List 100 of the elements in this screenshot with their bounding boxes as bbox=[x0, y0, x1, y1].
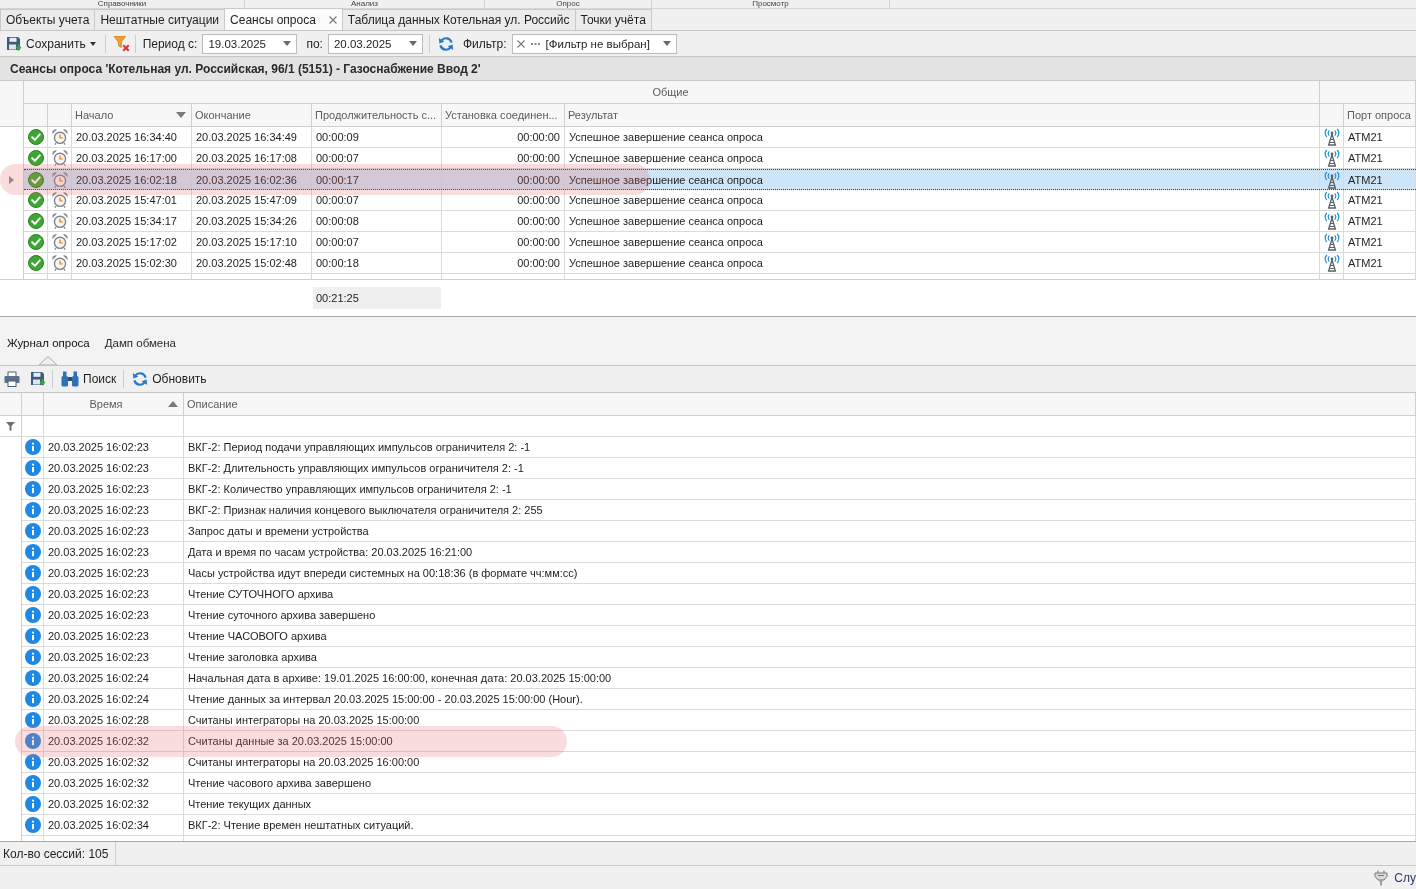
column-header[interactable]: Начало bbox=[72, 104, 192, 127]
check-circle-icon bbox=[27, 192, 44, 208]
table-row[interactable]: 20.03.2025 16:02:23 Чтение заголовка архива bbox=[22, 647, 1416, 668]
column-header[interactable]: Время bbox=[44, 393, 184, 416]
table-row[interactable]: 20.03.2025 16:34:40 20.03.2025 16:34:49 00:00:09 00:00:00 Успешное завершение сеанса опроса ATM21 bbox=[24, 127, 1416, 148]
dropdown-arrow-icon[interactable] bbox=[408, 41, 417, 46]
info-icon bbox=[24, 712, 41, 728]
ellipsis-icon[interactable] bbox=[530, 42, 540, 45]
close-icon[interactable] bbox=[328, 15, 337, 24]
table-row[interactable]: 20.03.2025 16:02:23 ВКГ-2: Количество управляющих импульсов ограничителя 2: -1 bbox=[22, 479, 1416, 500]
clear-icon[interactable] bbox=[516, 39, 525, 48]
document-tab[interactable]: Нештатные ситуации bbox=[94, 9, 226, 30]
table-row[interactable]: 20.03.2025 16:02:32 Чтение текущих данных bbox=[22, 794, 1416, 815]
alarm-clock-icon bbox=[51, 255, 68, 271]
table-row[interactable]: 20.03.2025 16:02:23 ВКГ-2: Признак наличия концевого выключателя ограничителя 2: 255 bbox=[22, 500, 1416, 521]
column-header[interactable]: Продолжительность с... bbox=[312, 104, 442, 127]
save-button[interactable]: Сохранить bbox=[5, 32, 97, 55]
table-row[interactable]: 20.03.2025 16:02:32 Считаны интеграторы на 20.03.2025 16:00:00 bbox=[22, 752, 1416, 773]
filter-field[interactable] bbox=[22, 416, 44, 437]
column-header bbox=[1320, 104, 1344, 127]
table-row[interactable]: 20.03.2025 15:02:30 20.03.2025 15:02:48 00:00:18 00:00:00 Успешное завершение сеанса опроса ATM21 bbox=[24, 253, 1416, 274]
filter-icon[interactable] bbox=[6, 421, 15, 431]
panel-tab[interactable]: Журнал опроса bbox=[0, 329, 98, 365]
column-header bbox=[48, 104, 72, 127]
refresh-icon[interactable] bbox=[437, 35, 454, 52]
check-circle-icon bbox=[27, 171, 44, 188]
info-icon bbox=[24, 523, 41, 539]
table-cell: 00:00:00 bbox=[442, 253, 565, 274]
check-circle-icon bbox=[27, 213, 44, 229]
table-row[interactable]: 20.03.2025 16:02:23 ВКГ-2: Период подачи управляющих импульсов ограничителя 2: -1 bbox=[22, 437, 1416, 458]
table-row[interactable]: 20.03.2025 15:17:02 20.03.2025 15:17:10 00:00:07 00:00:00 Успешное завершение сеанса опроса ATM21 bbox=[24, 232, 1416, 253]
table-row[interactable]: 20.03.2025 16:02:24 Чтение данных за интервал 20.03.2025 15:00:00 - 20.03.2025 15:00:00 (Hour). bbox=[22, 689, 1416, 710]
table-row[interactable]: 20.03.2025 16:02:23 Чтение ЧАСОВОГО архива bbox=[22, 626, 1416, 647]
summary-cell: 00:21:25 bbox=[313, 287, 441, 309]
table-row[interactable]: 20.03.2025 15:34:17 20.03.2025 15:34:26 00:00:08 00:00:00 Успешное завершение сеанса опроса ATM21 bbox=[24, 211, 1416, 232]
table-row[interactable]: 20.03.2025 16:02:23 Часы устройства идут впереди системных на 00:18:36 (в формате чч:мм:сс) bbox=[22, 563, 1416, 584]
document-tab[interactable]: Сеансы опроса bbox=[224, 8, 343, 30]
grid-title: Сеансы опроса 'Котельная ул. Российская, 96/1 (5151) - Газоснабжение Ввод 2' bbox=[0, 57, 1416, 81]
table-cell: Успешное завершение сеанса опроса bbox=[565, 253, 1320, 274]
table-row[interactable]: 20.03.2025 15:47:01 20.03.2025 15:47:09 00:00:07 00:00:00 Успешное завершение сеанса опроса ATM21 bbox=[24, 190, 1416, 211]
row-indicator-icon bbox=[9, 175, 14, 184]
document-tab[interactable]: Объекты учета bbox=[0, 9, 96, 30]
document-tab[interactable]: Таблица данных Котельная ул. Российс bbox=[341, 9, 576, 30]
status-text: Слу bbox=[1394, 870, 1416, 885]
column-header[interactable]: Установка соединен... bbox=[442, 104, 565, 127]
table-cell: Успешное завершение сеанса опроса bbox=[565, 170, 1320, 189]
refresh-button[interactable]: Обновить bbox=[131, 368, 208, 390]
table-cell: 20.03.2025 16:02:18 bbox=[72, 170, 192, 189]
dropdown-arrow-icon[interactable] bbox=[662, 41, 671, 46]
plug-icon[interactable] bbox=[1374, 869, 1389, 886]
alarm-clock-icon bbox=[51, 171, 68, 188]
alarm-clock-icon bbox=[51, 234, 68, 250]
info-icon bbox=[24, 481, 41, 497]
info-icon bbox=[24, 649, 41, 665]
date-field[interactable]: 19.03.2025 bbox=[202, 33, 298, 54]
table-cell: ATM21 bbox=[1344, 253, 1416, 274]
column-header[interactable]: Окончание bbox=[192, 104, 312, 127]
table-cell: 20.03.2025 15:02:48 bbox=[192, 253, 312, 274]
table-row[interactable]: 20.03.2025 16:02:24 Начальная дата в архиве: 19.01.2025 16:00:00, конечная дата: 20.03.2025 15:00:00 bbox=[22, 668, 1416, 689]
table-row[interactable]: 20.03.2025 16:02:23 Чтение суточного архива завершено bbox=[22, 605, 1416, 626]
caret-icon bbox=[89, 41, 96, 46]
table-cell: ВКГ-2: Чтение времен нештатных ситуаций. bbox=[184, 815, 1416, 836]
ribbon-group-label: Опрос bbox=[485, 0, 652, 8]
table-row[interactable]: 20.03.2025 16:02:18 20.03.2025 16:02:36 00:00:17 00:00:00 Успешное завершение сеанса опроса ATM21 bbox=[24, 169, 1416, 190]
search-button[interactable]: Поиск bbox=[60, 368, 118, 390]
info-icon bbox=[24, 670, 41, 686]
filter-field[interactable] bbox=[44, 416, 184, 437]
alarm-clock-icon bbox=[51, 213, 68, 229]
filter-clear-icon[interactable] bbox=[112, 35, 130, 52]
table-row[interactable]: 20.03.2025 16:02:34 ВКГ-2: Чтение времен нештатных ситуаций. bbox=[22, 815, 1416, 836]
antenna-tower-icon bbox=[1322, 233, 1341, 251]
info-icon bbox=[24, 796, 41, 812]
table-row[interactable]: 20.03.2025 16:02:23 ВКГ-2: Длительность управляющих импульсов ограничителя 2: -1 bbox=[22, 458, 1416, 479]
column-header[interactable]: Порт опроса bbox=[1344, 104, 1416, 127]
filter-combo[interactable]: [Фильтр не выбран] bbox=[511, 33, 677, 54]
table-row[interactable]: 20.03.2025 16:02:32 Считаны данные за 20.03.2025 15:00:00 bbox=[22, 731, 1416, 752]
table-cell: 20.03.2025 15:02:30 bbox=[72, 253, 192, 274]
info-icon bbox=[24, 460, 41, 476]
column-header[interactable]: Результат bbox=[565, 104, 1320, 127]
info-icon bbox=[24, 754, 41, 770]
document-tab[interactable]: Точки учёта bbox=[574, 9, 652, 30]
status-text: Кол-во сессий: 105 bbox=[0, 842, 117, 865]
check-circle-icon bbox=[27, 255, 44, 271]
print-icon[interactable] bbox=[4, 371, 20, 387]
info-icon bbox=[24, 775, 41, 791]
filter-field[interactable] bbox=[184, 416, 1416, 437]
column-header[interactable]: Описание bbox=[184, 393, 1416, 416]
panel-tab[interactable]: Дамп обмена bbox=[97, 329, 184, 365]
date-field[interactable]: 20.03.2025 bbox=[327, 33, 423, 54]
table-row[interactable]: 20.03.2025 16:02:23 Запрос даты и времени устройства bbox=[22, 521, 1416, 542]
table-row[interactable]: 20.03.2025 16:17:00 20.03.2025 16:17:08 00:00:07 00:00:00 Успешное завершение сеанса опроса ATM21 bbox=[24, 148, 1416, 169]
table-row[interactable]: 20.03.2025 16:02:28 Считаны интеграторы на 20.03.2025 15:00:00 bbox=[22, 710, 1416, 731]
check-circle-icon bbox=[27, 150, 44, 166]
dropdown-arrow-icon[interactable] bbox=[283, 41, 292, 46]
info-icon bbox=[24, 817, 41, 833]
table-row[interactable]: 20.03.2025 16:02:23 Дата и время по часам устройства: 20.03.2025 16:21:00 bbox=[22, 542, 1416, 563]
field-label: по: bbox=[306, 36, 323, 51]
binoculars-icon bbox=[61, 371, 79, 387]
table-row[interactable]: 20.03.2025 16:02:23 Чтение СУТОЧНОГО архива bbox=[22, 584, 1416, 605]
table-row[interactable]: 20.03.2025 16:02:32 Чтение часового архива завершено bbox=[22, 773, 1416, 794]
